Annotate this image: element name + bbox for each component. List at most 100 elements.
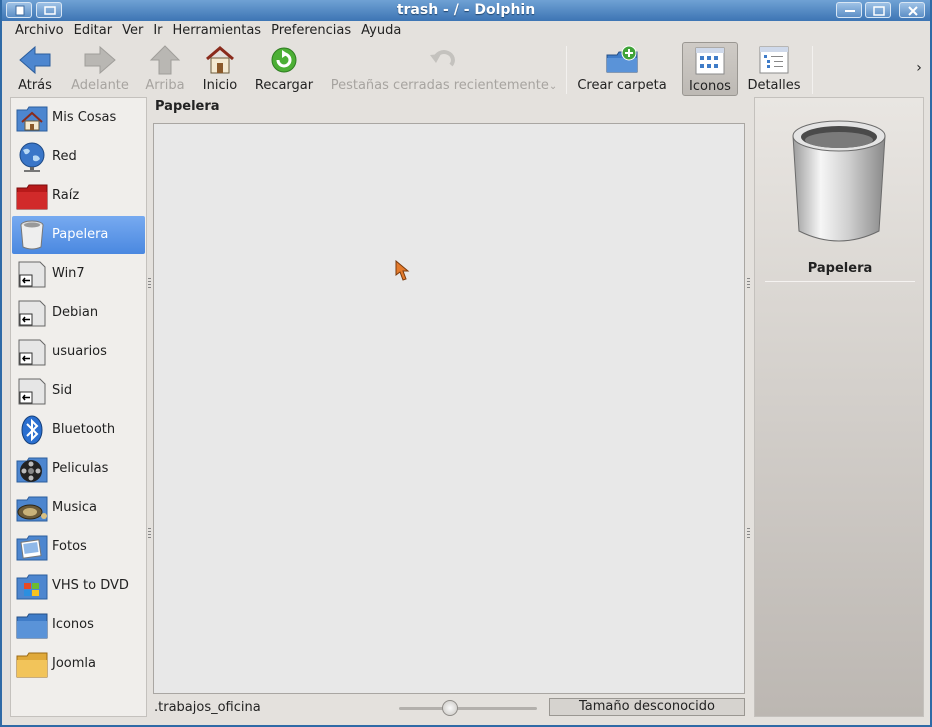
forward-button[interactable]: Adelante (66, 42, 134, 96)
place-item-papelera[interactable]: Papelera (12, 216, 145, 254)
back-button[interactable]: Atrás (10, 42, 60, 96)
information-panel: Papelera (754, 97, 924, 717)
icons-view-label: Iconos (689, 79, 731, 94)
closed-tabs-label: Pestañas cerradas recientemente⌄ (328, 78, 560, 95)
places-panel: Mis Cosas Red Raíz Papelera Win7 Debian … (10, 97, 147, 717)
home-icon (206, 46, 234, 74)
place-label: Bluetooth (52, 422, 116, 437)
place-item-debian[interactable]: Debian (12, 294, 145, 332)
network-globe-icon (19, 142, 45, 172)
space-info: Tamaño desconocido (549, 698, 745, 716)
menu-preferencias[interactable]: Preferencias (266, 21, 356, 41)
place-item-usuarios[interactable]: usuarios (12, 333, 145, 371)
place-label: usuarios (52, 344, 107, 359)
place-item-peliculas[interactable]: Peliculas (12, 450, 145, 488)
place-item-joomla[interactable]: Joomla (12, 645, 145, 683)
photos-folder-icon (16, 535, 48, 561)
place-label: Mis Cosas (52, 110, 117, 125)
up-label: Arriba (145, 78, 185, 93)
home-label: Inicio (202, 78, 238, 93)
place-label: Win7 (52, 266, 85, 281)
home-button[interactable]: Inicio (196, 42, 244, 96)
details-view-icon (759, 46, 789, 74)
places-splitter-handle[interactable] (148, 278, 151, 288)
title-bar[interactable]: trash - / - Dolphin (2, 0, 930, 21)
minimize-button[interactable] (836, 2, 862, 18)
place-item-vhs-to-dvd[interactable]: VHS to DVD (12, 567, 145, 605)
toolbar-separator (566, 46, 567, 94)
place-item-musica[interactable]: Musica (12, 489, 145, 527)
place-label: Raíz (52, 188, 80, 203)
place-label: Papelera (52, 227, 109, 242)
window-title: trash - / - Dolphin (396, 2, 536, 18)
up-button[interactable]: Arriba (141, 42, 189, 96)
place-label: VHS to DVD (52, 578, 129, 593)
place-item-iconos[interactable]: Iconos (12, 606, 145, 644)
details-view-label: Detalles (747, 78, 801, 93)
details-view-button[interactable]: Detalles (744, 42, 804, 96)
new-folder-button[interactable]: Crear carpeta (574, 42, 670, 96)
drive-icon (18, 261, 46, 288)
status-text: .trabajos_oficina (154, 700, 261, 715)
reload-label: Recargar (254, 78, 314, 93)
back-label: Atrás (18, 78, 52, 93)
up-arrow-icon (149, 45, 181, 75)
place-label: Red (52, 149, 77, 164)
reload-icon (271, 47, 297, 73)
icons-view-icon (695, 47, 725, 75)
place-item-bluetooth[interactable]: Bluetooth (12, 411, 145, 449)
place-item-fotos[interactable]: Fotos (12, 528, 145, 566)
place-item-mis-cosas[interactable]: Mis Cosas (12, 99, 145, 137)
place-item-red[interactable]: Red (12, 138, 145, 176)
windows-folder-icon (16, 574, 48, 600)
info-splitter-handle[interactable] (747, 528, 750, 538)
status-bar: .trabajos_oficina Tamaño desconocido (153, 698, 745, 718)
chevron-right-icon: › (916, 60, 922, 76)
menu-herramientas[interactable]: Herramientas (168, 21, 267, 41)
place-item-win7[interactable]: Win7 (12, 255, 145, 293)
place-label: Peliculas (52, 461, 109, 476)
file-view-area[interactable] (153, 123, 745, 694)
trash-icon (20, 220, 44, 250)
zoom-slider-track[interactable] (399, 707, 537, 710)
drive-icon (18, 378, 46, 405)
place-label: Iconos (52, 617, 94, 632)
menu-ir[interactable]: Ir (148, 21, 167, 41)
bluetooth-icon (21, 415, 43, 445)
info-splitter-handle[interactable] (747, 278, 750, 288)
dropdown-chevron-icon: ⌄ (548, 81, 558, 92)
place-item-raiz[interactable]: Raíz (12, 177, 145, 215)
toolbar-overflow-button[interactable]: › (912, 60, 926, 76)
icons-view-button[interactable]: Iconos (682, 42, 738, 96)
menu-ayuda[interactable]: Ayuda (356, 21, 406, 41)
menu-bar: Archivo Editar Ver Ir Herramientas Preferenci… (2, 21, 930, 43)
forward-arrow-icon (84, 45, 116, 75)
new-folder-icon (606, 45, 638, 73)
main-toolbar: Atrás Adelante Arriba Inicio Recargar Pe… (2, 42, 930, 96)
forward-label: Adelante (71, 78, 129, 93)
closed-tabs-text: Pestañas cerradas recientemente (330, 78, 549, 93)
place-label: Musica (52, 500, 97, 515)
music-folder-icon (16, 496, 48, 522)
maximize-icon (873, 6, 885, 16)
closed-tabs-button[interactable]: Pestañas cerradas recientemente⌄ (328, 42, 560, 96)
film-folder-icon (16, 457, 48, 483)
menu-ver[interactable]: Ver (117, 21, 148, 41)
reload-button[interactable]: Recargar (252, 42, 316, 96)
mouse-cursor-icon (395, 260, 410, 281)
zoom-slider-handle[interactable] (442, 700, 458, 716)
places-splitter-handle[interactable] (148, 528, 151, 538)
place-label: Debian (52, 305, 99, 320)
drive-icon (18, 300, 46, 327)
place-item-sid[interactable]: Sid (12, 372, 145, 410)
menu-archivo[interactable]: Archivo (10, 21, 69, 41)
toolbar-separator (812, 46, 813, 94)
maximize-button[interactable] (865, 2, 891, 18)
menu-editar[interactable]: Editar (69, 21, 118, 41)
close-icon (908, 6, 918, 16)
breadcrumb[interactable]: Papelera (155, 99, 220, 114)
home-folder-icon (16, 106, 48, 132)
minimize-icon (845, 10, 855, 12)
place-label: Sid (52, 383, 73, 398)
close-button[interactable] (899, 2, 925, 18)
